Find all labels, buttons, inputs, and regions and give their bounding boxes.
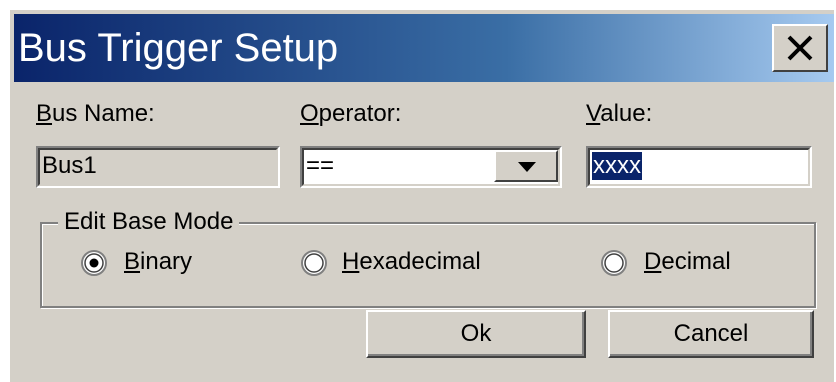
bus-name-value: Bus1 [42, 152, 97, 179]
radio-binary[interactable] [80, 249, 108, 277]
radio-decimal-label[interactable]: Decimal [644, 248, 731, 276]
bus-trigger-setup-dialog: Bus Trigger Setup Bus Name: Operator: Va… [8, 8, 834, 382]
bus-name-label: Bus Name: [36, 100, 155, 127]
window-title: Bus Trigger Setup [18, 26, 339, 70]
value-label: Value: [586, 100, 653, 127]
value-selected-text: xxxx [592, 152, 642, 180]
operator-label: Operator: [300, 100, 402, 127]
operator-dropdown-button[interactable] [494, 150, 558, 182]
title-bar[interactable]: Bus Trigger Setup [14, 14, 834, 82]
value-input[interactable]: xxxx [586, 146, 812, 188]
bus-name-field: Bus1 [36, 146, 280, 188]
dropdown-arrow-icon [518, 162, 536, 172]
radio-hexadecimal-label[interactable]: Hexadecimal [342, 248, 481, 276]
close-button[interactable] [772, 24, 828, 72]
edit-base-mode-title: Edit Base Mode [58, 208, 240, 236]
radio-decimal[interactable] [600, 249, 628, 277]
close-icon [787, 35, 813, 61]
operator-value: == [306, 152, 335, 179]
operator-select[interactable]: == [300, 146, 562, 188]
cancel-button[interactable]: Cancel [608, 310, 814, 358]
radio-binary-label[interactable]: Binary [124, 248, 192, 276]
ok-button[interactable]: Ok [366, 310, 586, 358]
radio-hexadecimal[interactable] [300, 249, 328, 277]
